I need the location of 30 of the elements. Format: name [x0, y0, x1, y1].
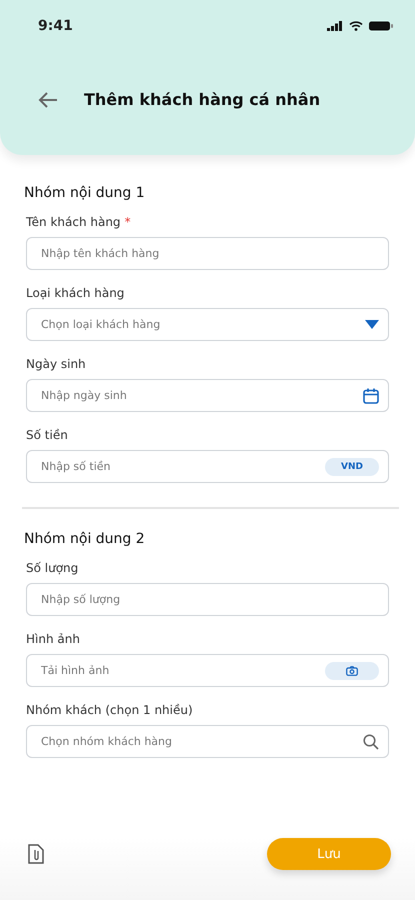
- wifi-icon: [349, 21, 363, 31]
- dropdown-caret-icon: [365, 320, 379, 329]
- input-field[interactable]: Nhập số lượng: [26, 583, 389, 616]
- camera-button[interactable]: [325, 662, 379, 680]
- input-field[interactable]: Tải hình ảnh: [26, 654, 389, 687]
- section-title: Nhóm nội dung 2: [24, 531, 146, 547]
- field-label: Ngày sinh: [26, 357, 86, 371]
- camera-icon: [346, 666, 358, 676]
- page-title: Thêm khách hàng cá nhân: [84, 90, 320, 109]
- field-label: Loại khách hàng: [26, 286, 124, 300]
- save-button[interactable]: Lưu: [267, 838, 391, 870]
- signal-icon: [327, 21, 343, 31]
- field-label: Số tiền: [26, 428, 68, 442]
- field-label: Số lượng: [26, 561, 78, 575]
- battery-icon: [369, 21, 393, 31]
- field-label: Hình ảnh: [26, 632, 80, 646]
- back-arrow-icon[interactable]: [38, 92, 58, 108]
- input-field[interactable]: Nhập ngày sinh: [26, 379, 389, 412]
- search-field[interactable]: Chọn nhóm khách hàng: [26, 725, 389, 758]
- input-field[interactable]: Nhập tên khách hàng: [26, 237, 389, 270]
- attachment-icon[interactable]: [28, 844, 44, 864]
- field-label: Tên khách hàng: [26, 215, 121, 229]
- section-title: Nhóm nội dung 1: [24, 185, 146, 201]
- dropdown-field[interactable]: Chọn loại khách hàng: [26, 308, 389, 341]
- search-icon[interactable]: [363, 734, 379, 750]
- currency-badge: VND: [325, 458, 379, 476]
- calendar-icon[interactable]: [363, 388, 379, 404]
- status-time: 9:41: [38, 18, 73, 34]
- required-mark: *: [124, 215, 131, 229]
- field-label: Nhóm khách (chọn 1 nhiều): [26, 703, 193, 717]
